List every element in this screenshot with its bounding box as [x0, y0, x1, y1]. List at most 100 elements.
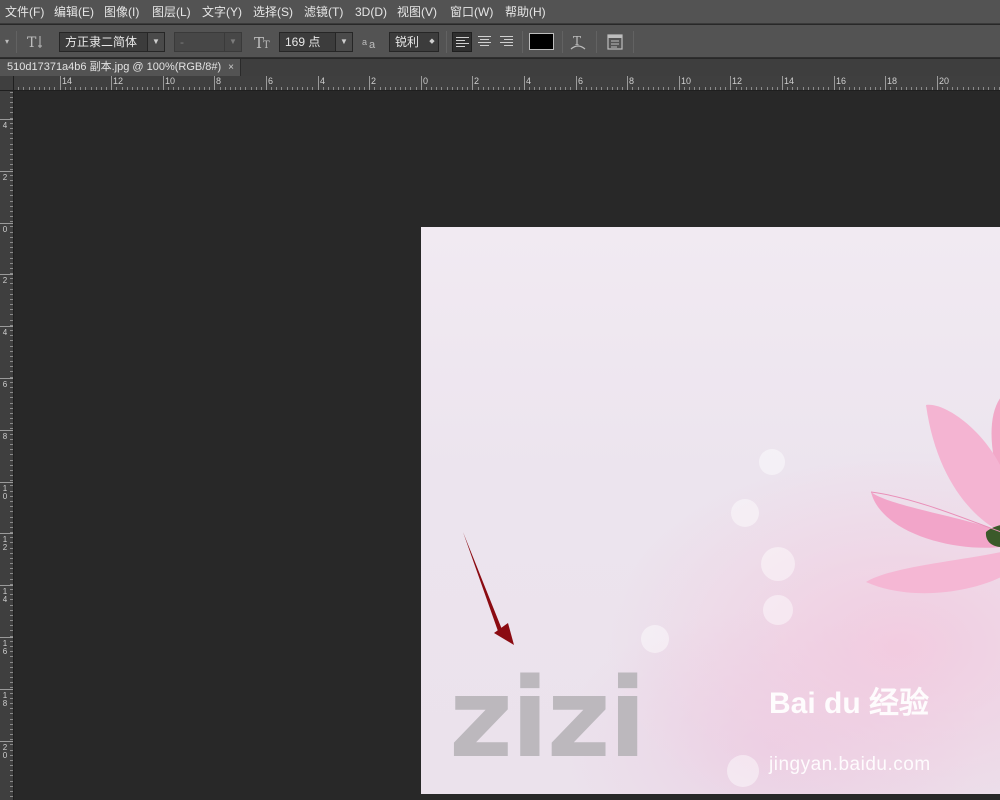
ruler-tick [952, 87, 953, 90]
ruler-tick [10, 237, 13, 238]
ruler-tick [10, 485, 13, 486]
ruler-tick [720, 87, 721, 90]
menu-type[interactable]: 文字(Y) [202, 0, 242, 24]
ruler-tick [849, 87, 850, 90]
text-color-swatch[interactable] [529, 33, 554, 50]
close-icon[interactable]: × [228, 59, 234, 76]
ruler-tick [10, 744, 13, 745]
tool-preset-arrow-icon[interactable]: ▾ [2, 32, 12, 52]
ruler-major-tick [834, 76, 835, 90]
ruler-tick [323, 87, 324, 90]
ruler-tick [10, 138, 13, 139]
font-size-select[interactable]: 169 点 ▼ [279, 32, 353, 52]
character-panel-icon[interactable] [604, 32, 626, 52]
ruler-tick [10, 392, 13, 393]
text-orientation-icon[interactable]: T [24, 32, 46, 52]
ruler-tick [10, 615, 13, 616]
ruler-tick [10, 164, 13, 165]
menu-filter[interactable]: 滤镜(T) [304, 0, 343, 24]
ruler-tick [235, 87, 236, 90]
ruler-tick [10, 573, 13, 574]
ruler-tick [10, 169, 13, 170]
ruler-tick [10, 589, 13, 590]
ruler-major-tick [0, 741, 13, 742]
ruler-major-tick [0, 171, 13, 172]
vertical-ruler[interactable]: 4 2 0 2 4 6 8 1 0 1 2 1 4 1 6 1 8 2 0 [0, 91, 14, 800]
ruler-tick [10, 460, 13, 461]
ruler-tick [10, 750, 13, 751]
ruler-tick [349, 87, 350, 90]
ruler-tick [447, 87, 448, 90]
text-layer-zizi[interactable]: zizi [449, 663, 646, 773]
menu-select[interactable]: 选择(S) [253, 0, 293, 24]
ruler-tick [106, 87, 107, 90]
font-style-select[interactable]: - ▼ [174, 32, 242, 52]
menu-layer[interactable]: 图层(L) [152, 0, 191, 24]
ruler-tick [10, 444, 13, 445]
ruler-tick [10, 739, 13, 740]
antialias-select[interactable]: 锐利 ◆ [389, 32, 439, 52]
ruler-tick [240, 87, 241, 90]
ruler-tick [34, 87, 35, 90]
menu-edit[interactable]: 编辑(E) [54, 0, 94, 24]
bokeh-light [763, 595, 793, 625]
ruler-tick [183, 87, 184, 90]
ruler-tick [10, 149, 13, 150]
ruler-tick [529, 87, 530, 90]
ruler-tick [10, 268, 13, 269]
menu-file[interactable]: 文件(F) [5, 0, 44, 24]
ruler-tick [648, 87, 649, 90]
ruler-major-tick [782, 76, 783, 90]
menu-window[interactable]: 窗口(W) [450, 0, 493, 24]
ruler-label: 4 [320, 76, 326, 86]
menu-help[interactable]: 帮助(H) [505, 0, 546, 24]
ruler-tick [10, 563, 13, 564]
ruler-tick [245, 87, 246, 90]
ruler-tick [911, 87, 912, 90]
menu-3d[interactable]: 3D(D) [355, 0, 387, 24]
ruler-tick [896, 87, 897, 90]
ruler-tick [10, 304, 13, 305]
document-canvas[interactable]: zizi Bai du 经验 jingyan.baidu.com [421, 227, 1000, 794]
ruler-tick [498, 87, 499, 90]
ruler-tick [957, 87, 958, 90]
ruler-tick [10, 159, 13, 160]
ruler-tick [452, 87, 453, 90]
ruler-tick [705, 87, 706, 90]
ruler-tick [10, 620, 13, 621]
align-center-button[interactable] [475, 32, 495, 52]
align-left-button[interactable] [452, 32, 472, 52]
align-right-button[interactable] [497, 32, 517, 52]
ruler-label: 8 [629, 76, 635, 86]
ruler-tick [10, 682, 13, 683]
menu-view[interactable]: 视图(V) [397, 0, 437, 24]
ruler-major-tick [266, 76, 267, 90]
ruler-tick [10, 579, 13, 580]
ruler-major-tick [0, 482, 13, 483]
menu-image[interactable]: 图像(I) [104, 0, 139, 24]
baidu-jingyan-logo: Bai du 经验 [769, 687, 930, 720]
document-tab[interactable]: 510d17371a4b6 副本.jpg @ 100%(RGB/8#) × [0, 59, 241, 76]
ruler-tick [10, 630, 13, 631]
font-family-select[interactable]: 方正隶二简体 ▼ [59, 32, 165, 52]
ruler-label: 8 [216, 76, 222, 86]
ruler-tick [10, 724, 13, 725]
ruler-tick [10, 491, 13, 492]
ruler-tick [756, 87, 757, 90]
chevron-down-icon: ▼ [147, 33, 164, 51]
ruler-tick [488, 87, 489, 90]
ruler-tick [10, 454, 13, 455]
ruler-origin[interactable] [0, 76, 14, 91]
ruler-tick [10, 252, 13, 253]
ruler-tick [10, 340, 13, 341]
ruler-label: 12 [113, 76, 124, 86]
ruler-tick [761, 87, 762, 90]
ruler-major-tick [0, 326, 13, 327]
warp-text-icon[interactable]: T [567, 32, 589, 52]
ruler-tick [10, 729, 13, 730]
ruler-major-tick [0, 274, 13, 275]
ruler-tick [142, 87, 143, 90]
ruler-tick [803, 87, 804, 90]
ruler-tick [333, 87, 334, 90]
horizontal-ruler[interactable]: 14 12 10 8 6 4 2 0 2 4 6 8 10 12 14 16 18 20 [14, 76, 1000, 91]
